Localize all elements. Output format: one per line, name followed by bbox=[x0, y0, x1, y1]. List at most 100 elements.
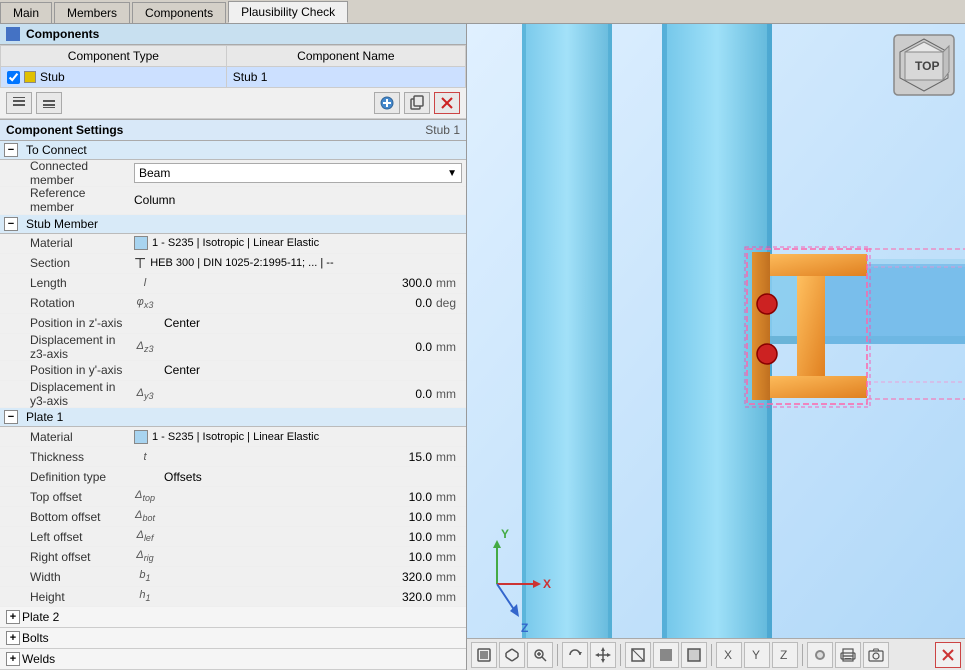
tab-components[interactable]: Components bbox=[132, 2, 226, 23]
stub-displacement-y3-label: Displacement in y3-axis bbox=[0, 378, 130, 410]
view-wire-button[interactable] bbox=[625, 642, 651, 668]
stub-member-expander[interactable]: − bbox=[4, 217, 18, 231]
plate1-bottom-offset-unit: mm bbox=[436, 510, 466, 524]
stub-displacement-y3-symbol: Δy3 bbox=[130, 387, 160, 401]
stub-position-y-value: Center bbox=[160, 363, 466, 377]
plate1-left-offset-row: Left offset Δlef 10.0 mm bbox=[0, 527, 466, 547]
stub-length-value: 300.0 bbox=[160, 276, 436, 290]
stub-material-label: Material bbox=[0, 234, 130, 252]
plate1-width-row: Width b1 320.0 mm bbox=[0, 567, 466, 587]
view-home-button[interactable] bbox=[471, 642, 497, 668]
plate1-right-offset-unit: mm bbox=[436, 550, 466, 564]
stub-material-row: Material 1 - S235 | Isotropic | Linear E… bbox=[0, 234, 466, 254]
toolbar-separator bbox=[557, 644, 558, 666]
component-checkbox[interactable] bbox=[7, 71, 20, 84]
stub-position-z-value: Center bbox=[160, 316, 466, 330]
view-section-z-button[interactable]: Z bbox=[772, 642, 798, 668]
delete-component-button[interactable] bbox=[434, 92, 460, 114]
settings-subtitle: Stub 1 bbox=[425, 123, 460, 137]
nav-cube[interactable]: TOP bbox=[893, 34, 955, 96]
plate1-top-offset-value: 10.0 bbox=[160, 490, 436, 504]
stub-rotation-unit: deg bbox=[436, 296, 466, 310]
view-solid-button[interactable] bbox=[653, 642, 679, 668]
bolts-section[interactable]: + Bolts bbox=[0, 628, 466, 649]
view-move-button[interactable] bbox=[590, 642, 616, 668]
tab-main[interactable]: Main bbox=[0, 2, 52, 23]
col-header-name: Component Name bbox=[226, 46, 465, 67]
settings-title: Component Settings bbox=[6, 123, 123, 137]
stub-displacement-y3-row: Displacement in y3-axis Δy3 0.0 mm bbox=[0, 381, 466, 408]
plate1-section[interactable]: − Plate 1 bbox=[0, 408, 466, 427]
stub-member-section[interactable]: − Stub Member bbox=[0, 215, 466, 234]
reference-member-row: Reference member Column bbox=[0, 187, 466, 214]
stub-material-value: 1 - S235 | Isotropic | Linear Elastic bbox=[152, 237, 319, 249]
view-xray-button[interactable] bbox=[681, 642, 707, 668]
reference-member-label: Reference member bbox=[0, 184, 130, 216]
svg-text:TOP: TOP bbox=[915, 59, 939, 73]
stub-material-color bbox=[134, 236, 148, 250]
plate1-material-value: 1 - S235 | Isotropic | Linear Elastic bbox=[152, 431, 319, 443]
plate1-height-symbol: h1 bbox=[130, 589, 160, 603]
stub-position-z-label: Position in z'-axis bbox=[0, 314, 130, 332]
plate1-top-offset-label: Top offset bbox=[0, 488, 130, 506]
component-settings-header: Component Settings Stub 1 bbox=[0, 119, 466, 141]
view-section-y-button[interactable]: Y bbox=[744, 642, 770, 668]
plate2-section[interactable]: + Plate 2 bbox=[0, 607, 466, 628]
left-panel: Components Component Type Component Name… bbox=[0, 24, 467, 670]
plate2-label: Plate 2 bbox=[22, 610, 59, 624]
stub-section-label: Section bbox=[0, 254, 130, 272]
stub-displacement-y3-unit: mm bbox=[436, 387, 466, 401]
welds-expander[interactable]: + bbox=[6, 652, 20, 666]
to-connect-expander[interactable]: − bbox=[4, 143, 18, 157]
move-up-button[interactable] bbox=[6, 92, 32, 114]
stub-displacement-z3-label: Displacement in z3-axis bbox=[0, 331, 130, 363]
plate1-top-offset-symbol: Δtop bbox=[130, 489, 160, 503]
stub-rotation-value: 0.0 bbox=[160, 296, 436, 310]
plate1-definition-type-label: Definition type bbox=[0, 468, 130, 486]
plate2-expander[interactable]: + bbox=[6, 610, 20, 624]
plate1-left-offset-label: Left offset bbox=[0, 528, 130, 546]
connected-member-dropdown[interactable]: Beam ▼ bbox=[134, 163, 462, 183]
plate1-bottom-offset-value: 10.0 bbox=[160, 510, 436, 524]
add-component-button[interactable] bbox=[374, 92, 400, 114]
plate1-left-offset-symbol: Δlef bbox=[130, 529, 160, 543]
view-toolbar: X Y Z bbox=[467, 638, 965, 670]
view-print-button[interactable] bbox=[835, 642, 861, 668]
components-title: Components bbox=[26, 27, 99, 41]
view-render-button[interactable] bbox=[807, 642, 833, 668]
stub-displacement-z3-value: 0.0 bbox=[160, 340, 436, 354]
component-name-cell: Stub 1 bbox=[226, 67, 465, 88]
copy-component-button[interactable] bbox=[404, 92, 430, 114]
stub-displacement-z3-symbol: Δz3 bbox=[130, 340, 160, 354]
view-camera-button[interactable] bbox=[863, 642, 889, 668]
toolbar-separator2 bbox=[620, 644, 621, 666]
3d-viewport[interactable]: X Y Z TOP bbox=[467, 24, 965, 670]
to-connect-title: To Connect bbox=[26, 143, 87, 157]
view-iso-button[interactable] bbox=[499, 642, 525, 668]
view-close-button[interactable] bbox=[935, 642, 961, 668]
components-table: Component Type Component Name Stub Stub … bbox=[0, 45, 466, 88]
table-row[interactable]: Stub Stub 1 bbox=[1, 67, 466, 88]
component-color-indicator bbox=[24, 71, 36, 83]
stub-section-row: Section ⊤ HEB 300 | DIN 1025-2:1995-11; … bbox=[0, 254, 466, 274]
plate1-thickness-row: Thickness t 15.0 mm bbox=[0, 447, 466, 467]
plate1-definition-type-row: Definition type Offsets bbox=[0, 467, 466, 487]
view-rotate-button[interactable] bbox=[562, 642, 588, 668]
plate1-width-unit: mm bbox=[436, 570, 466, 584]
tab-members[interactable]: Members bbox=[54, 2, 130, 23]
toolbar-separator3 bbox=[711, 644, 712, 666]
welds-section[interactable]: + Welds bbox=[0, 649, 466, 670]
view-section-x-button[interactable]: X bbox=[716, 642, 742, 668]
view-zoom-button[interactable] bbox=[527, 642, 553, 668]
tab-plausibility-check[interactable]: Plausibility Check bbox=[228, 1, 348, 23]
move-down-button[interactable] bbox=[36, 92, 62, 114]
plate1-width-label: Width bbox=[0, 568, 130, 586]
bolts-expander[interactable]: + bbox=[6, 631, 20, 645]
plate1-left-offset-unit: mm bbox=[436, 530, 466, 544]
svg-text:Z: Z bbox=[780, 648, 787, 662]
plate1-top-offset-row: Top offset Δtop 10.0 mm bbox=[0, 487, 466, 507]
bolts-label: Bolts bbox=[22, 631, 49, 645]
plate1-expander[interactable]: − bbox=[4, 410, 18, 424]
component-name-label: Stub 1 bbox=[233, 70, 268, 84]
plate1-right-offset-value: 10.0 bbox=[160, 550, 436, 564]
